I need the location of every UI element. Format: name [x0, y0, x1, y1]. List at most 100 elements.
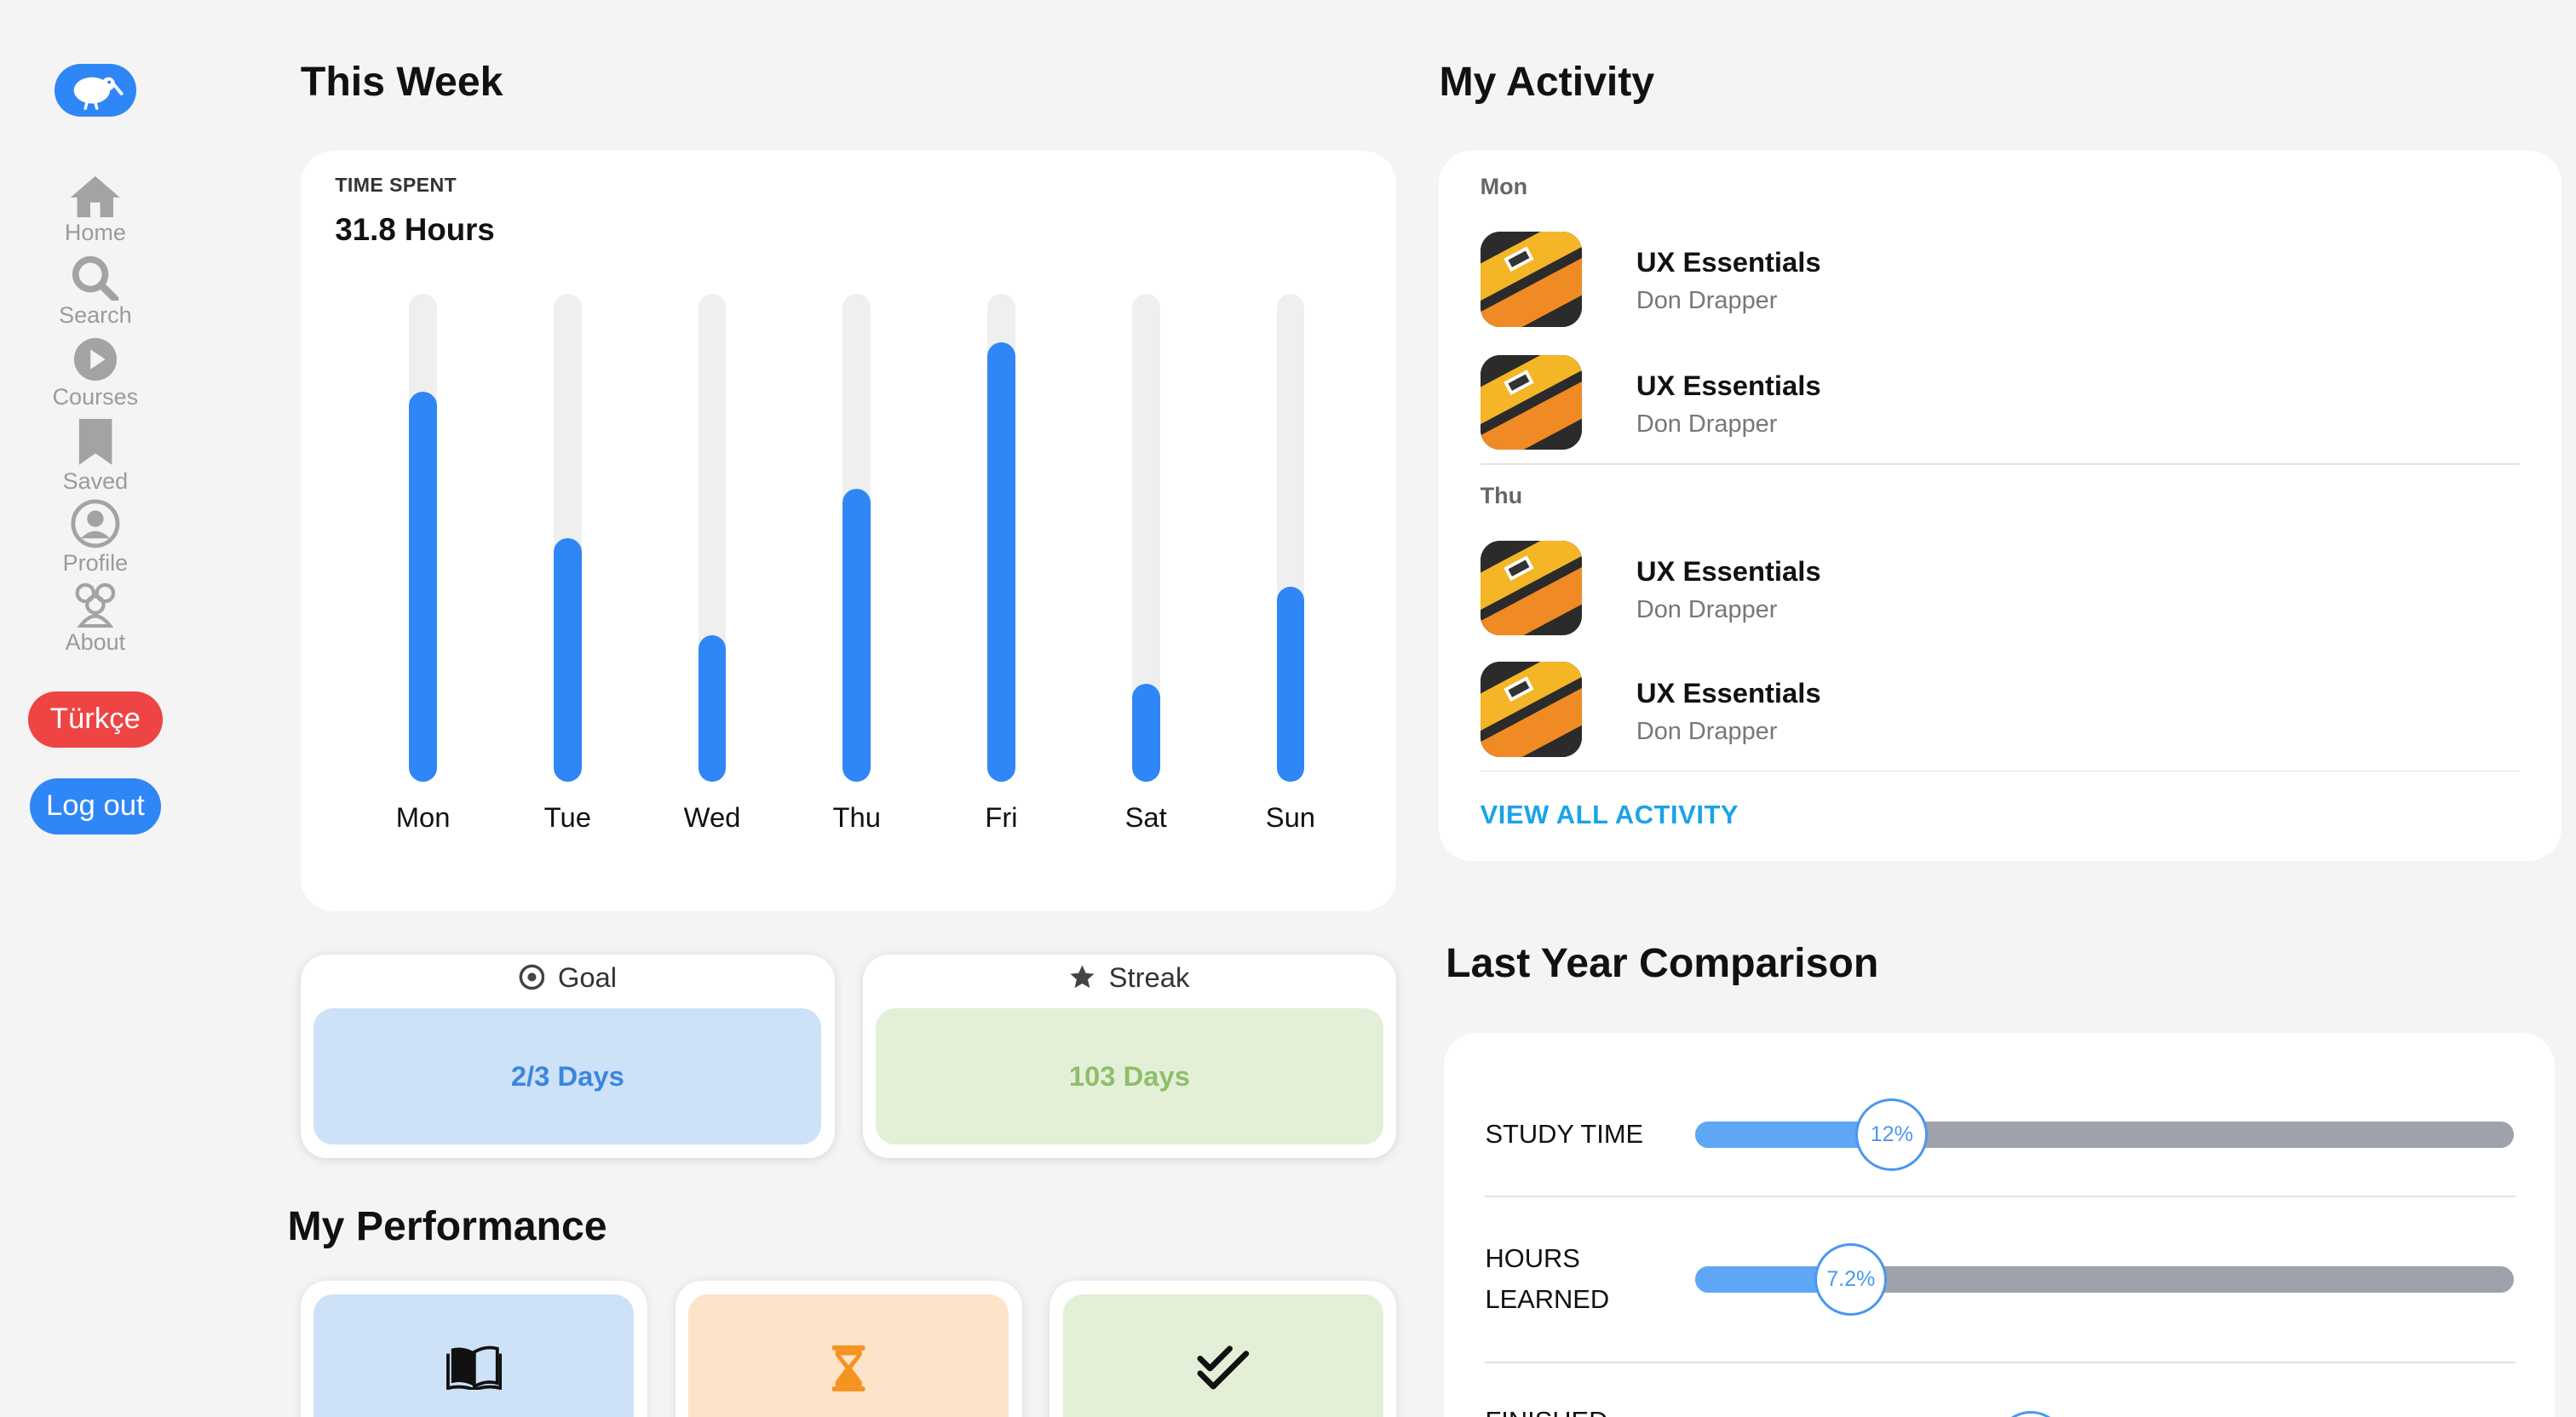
streak-label: Streak	[1108, 961, 1190, 993]
day-label-wed: Wed	[683, 801, 741, 834]
comparison-title: Last Year Comparison	[1446, 940, 1879, 987]
course-author: Don Drapper	[1636, 287, 1778, 315]
search-icon	[72, 255, 119, 301]
language-button[interactable]: Türkçe	[27, 691, 163, 748]
bar-sat[interactable]	[1131, 684, 1160, 782]
course-title: UX Essentials	[1636, 676, 1821, 708]
app-logo[interactable]	[54, 64, 137, 117]
activity-divider	[1480, 462, 2521, 465]
time-spent-label: TIME SPENT	[335, 174, 457, 197]
activity-item[interactable]: UX Essentials Don Drapper	[1480, 662, 2466, 760]
activity-item[interactable]: UX Essentials Don Drapper	[1480, 231, 2466, 330]
day-label-mon: Mon	[395, 801, 451, 834]
performance-card-body	[1062, 1294, 1383, 1417]
activity-item[interactable]: UX Essentials Don Drapper	[1480, 354, 2466, 454]
comparison-slider[interactable]: 12%	[1695, 1099, 2514, 1172]
streak-card[interactable]: Streak 103 Days	[862, 954, 1397, 1158]
day-label-sun: Sun	[1265, 801, 1316, 834]
course-title: UX Essentials	[1636, 369, 1821, 401]
app-root: Home Search Courses Saved Profile About …	[0, 0, 2576, 1417]
sidebar-item-label: Courses	[52, 384, 139, 410]
target-icon	[519, 964, 544, 990]
home-icon	[70, 175, 120, 217]
sidebar-item-search[interactable]: Search	[30, 255, 161, 329]
performance-card-time[interactable]	[675, 1281, 1022, 1417]
bar-track-sun	[1276, 294, 1305, 782]
sidebar-item-about[interactable]: About	[30, 582, 161, 656]
sidebar-item-profile[interactable]: Profile	[30, 499, 161, 577]
time-spent-value: 31.8 Hours	[335, 211, 495, 247]
bar-fri[interactable]	[987, 342, 1015, 782]
goal-header: Goal	[301, 959, 835, 995]
bar-thu[interactable]	[842, 489, 871, 782]
sidebar-item-label: About	[65, 628, 126, 655]
sidebar-item-saved[interactable]: Saved	[30, 417, 161, 495]
goal-label: Goal	[557, 961, 618, 993]
comparison-slider-knob[interactable]: 12%	[1855, 1099, 1929, 1172]
performance-card-courses[interactable]	[300, 1281, 647, 1417]
bar-track-thu	[842, 294, 871, 782]
comparison-divider	[1485, 1196, 2516, 1197]
this-week-title: This Week	[300, 58, 503, 105]
time-spent-card: TIME SPENT 31.8 Hours Mon Tue Wed Thu Fri Sat…	[300, 151, 1397, 912]
bookmark-icon	[78, 418, 112, 465]
comparison-slider-knob[interactable]	[1994, 1410, 2067, 1417]
streak-header: Streak	[863, 959, 1397, 995]
double-check-icon	[1197, 1345, 1250, 1390]
play-circle-icon	[73, 338, 117, 382]
hourglass-icon	[831, 1345, 865, 1391]
sidebar-item-label: Profile	[62, 550, 129, 577]
bar-track-sat	[1131, 294, 1160, 782]
performance-card-body	[313, 1294, 635, 1417]
sidebar-item-home[interactable]: Home	[30, 173, 161, 247]
sidebar-item-label: Search	[59, 301, 132, 328]
bar-track-mon	[409, 294, 437, 782]
sidebar-item-courses[interactable]: Courses	[30, 336, 161, 410]
bar-track-fri	[987, 294, 1015, 782]
kiwi-bird-icon	[73, 77, 124, 110]
comparison-label: FINISHED	[1485, 1401, 1607, 1417]
course-thumbnail	[1480, 540, 1583, 636]
sidebar-item-label: Home	[64, 220, 126, 246]
activity-divider	[1480, 770, 2521, 772]
day-label-tue: Tue	[543, 801, 591, 834]
goal-card[interactable]: Goal 2/3 Days	[300, 954, 835, 1158]
comparison-card: STUDY TIME 12% HOURS LEARNED 7.2% FINISH…	[1444, 1033, 2555, 1417]
bar-sun[interactable]	[1276, 586, 1305, 782]
performance-title: My Performance	[287, 1202, 607, 1249]
comparison-label: HOURS LEARNED	[1485, 1243, 1610, 1315]
open-book-icon	[446, 1345, 503, 1390]
activity-day-label: Thu	[1480, 482, 1523, 508]
course-author: Don Drapper	[1636, 410, 1778, 439]
course-author: Don Drapper	[1636, 596, 1778, 624]
course-title: UX Essentials	[1636, 554, 1821, 587]
course-author: Don Drapper	[1636, 717, 1778, 745]
users-icon	[75, 582, 116, 628]
comparison-slider-knob[interactable]: 7.2%	[1814, 1242, 1888, 1316]
comparison-divider	[1485, 1361, 2516, 1363]
view-all-activity-link[interactable]: VIEW ALL ACTIVITY	[1481, 800, 1739, 830]
activity-card: Mon UX Essentials Don Drapper UX Essenti…	[1439, 151, 2562, 861]
day-label-thu: Thu	[832, 801, 881, 834]
activity-day-label: Mon	[1480, 174, 1528, 200]
comparison-label: STUDY TIME	[1485, 1118, 1644, 1149]
activity-title: My Activity	[1439, 58, 1655, 105]
logout-button[interactable]: Log out	[29, 778, 161, 835]
bar-mon[interactable]	[409, 391, 437, 782]
course-title: UX Essentials	[1636, 246, 1821, 278]
day-label-sat: Sat	[1124, 801, 1167, 834]
activity-item[interactable]: UX Essentials Don Drapper	[1480, 540, 2466, 640]
comparison-slider[interactable]: 7.2%	[1695, 1242, 2514, 1316]
bar-track-tue	[553, 294, 582, 782]
course-thumbnail	[1480, 231, 1583, 327]
performance-card-completed[interactable]	[1049, 1281, 1397, 1417]
streak-value: 103 Days	[875, 1008, 1383, 1145]
bar-wed[interactable]	[698, 635, 727, 782]
course-thumbnail	[1480, 354, 1583, 450]
star-icon	[1070, 965, 1095, 989]
user-circle-icon	[71, 499, 120, 548]
bar-tue[interactable]	[553, 537, 582, 782]
performance-card-body	[688, 1294, 1009, 1417]
bar-track-wed	[698, 294, 727, 782]
course-thumbnail	[1480, 662, 1583, 758]
